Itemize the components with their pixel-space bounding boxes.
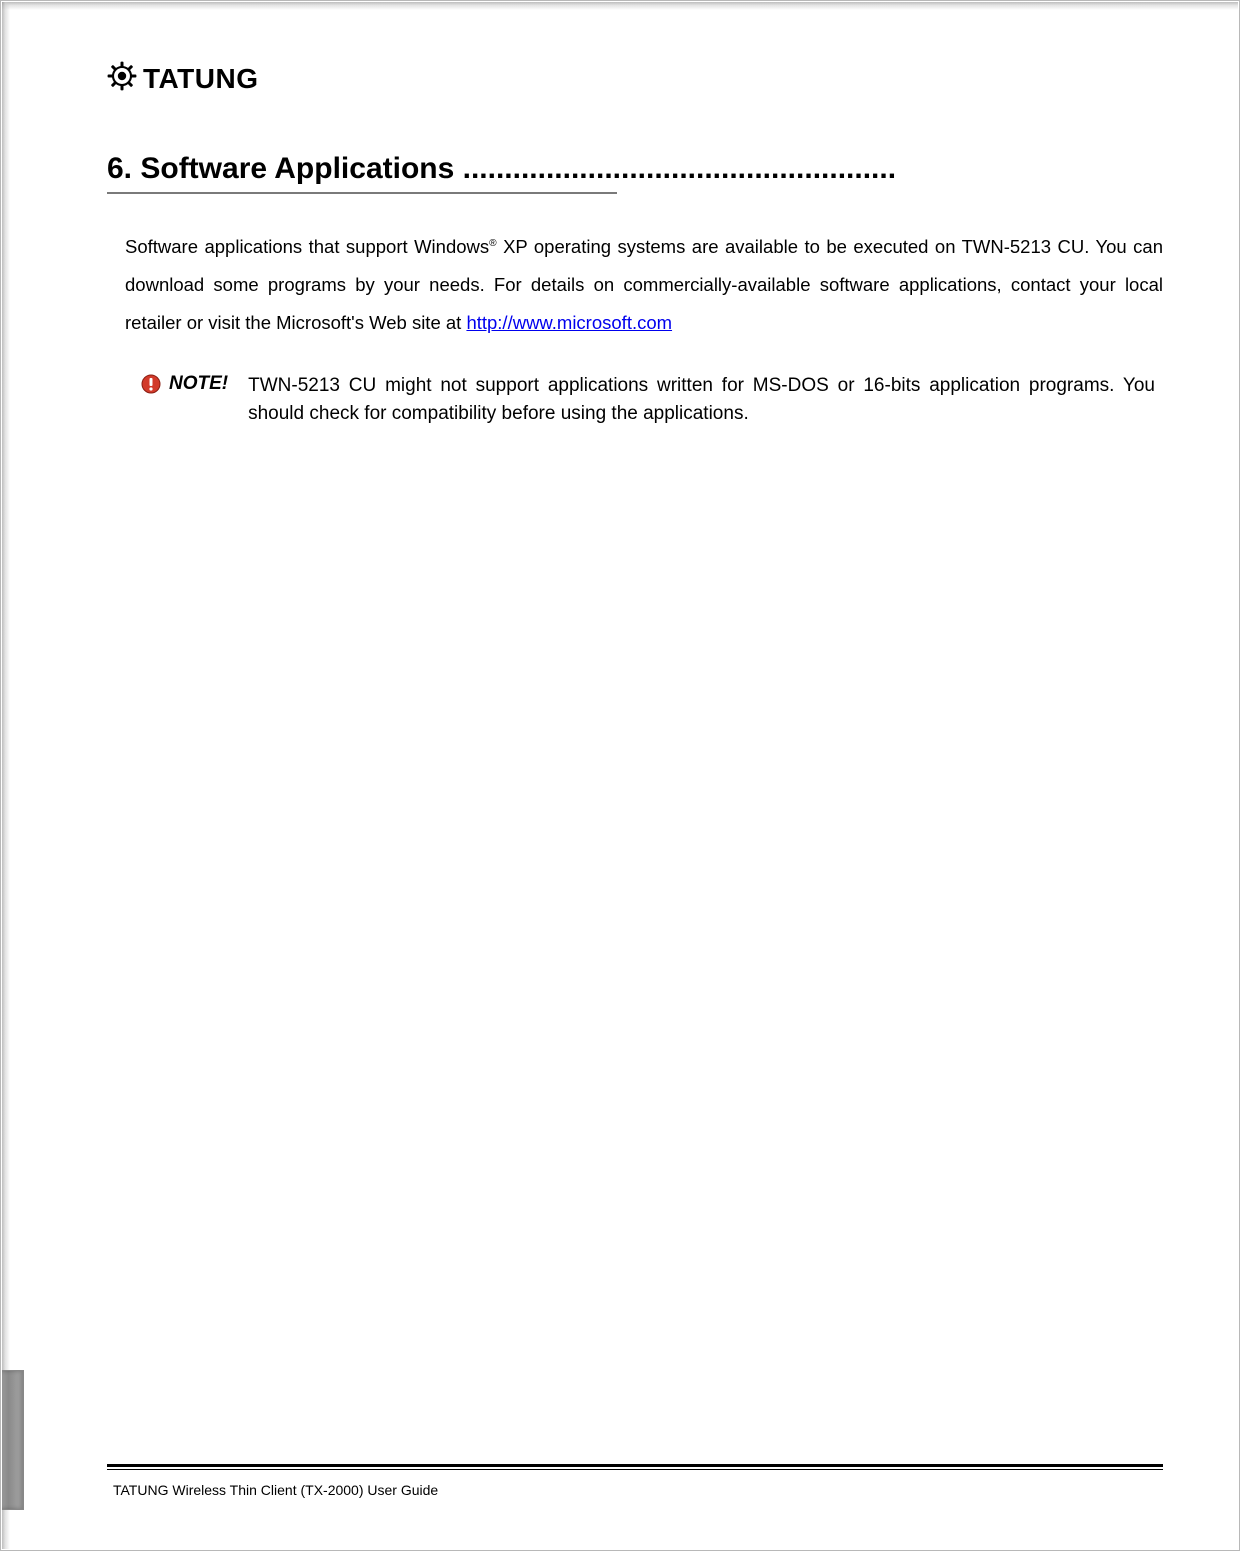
shadow-left (2, 2, 10, 1549)
page-footer: TATUNG Wireless Thin Client (TX-2000) Us… (107, 1454, 1163, 1498)
paragraph-text-pre: Software applications that support Windo… (125, 236, 489, 257)
footer-rule-thin (107, 1469, 1163, 1470)
brand-name: TATUNG (143, 63, 259, 95)
binder-tab (2, 1370, 24, 1510)
brand-logo: TATUNG (107, 61, 1163, 96)
microsoft-link[interactable]: http://www.microsoft.com (466, 312, 672, 333)
tatung-gear-icon (107, 61, 137, 96)
note-body: TWN-5213 CU might not support applicatio… (248, 372, 1155, 429)
note-block: NOTE! TWN-5213 CU might not support appl… (141, 372, 1155, 429)
heading-underline (107, 192, 617, 194)
alert-icon (141, 374, 161, 394)
section-heading: 6. Software Applications ...............… (107, 152, 1163, 186)
footer-text: TATUNG Wireless Thin Client (TX-2000) Us… (113, 1482, 1163, 1498)
shadow-top (2, 2, 1238, 10)
footer-rule-thick (107, 1464, 1163, 1467)
page-frame: TATUNG 6. Software Applications ........… (0, 0, 1240, 1551)
note-label: NOTE! (169, 373, 228, 395)
registered-mark: ® (489, 238, 496, 249)
page-content: TATUNG 6. Software Applications ........… (29, 13, 1227, 1538)
intro-paragraph: Software applications that support Windo… (125, 228, 1163, 342)
